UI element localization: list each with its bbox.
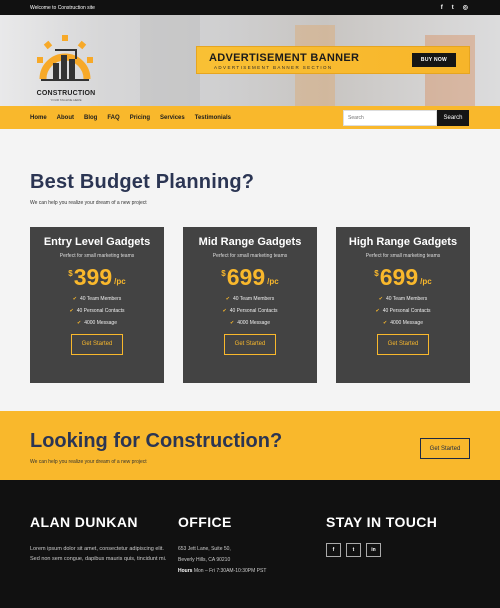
footer: ALAN DUNKAN Lorem ipsum dolor sit amet, …: [0, 480, 500, 608]
twitter-icon[interactable]: t: [452, 5, 454, 11]
welcome-text: Welcome to Construction site: [30, 4, 95, 11]
footer-about-text: Lorem ipsum dolor sit amet, consectetur …: [30, 546, 167, 562]
construction-cta-band: Looking for Construction? We can help yo…: [0, 411, 500, 480]
address-line: Beverly Hills, CA 90210: [178, 557, 231, 563]
pricing-card-mid: Mid Range Gadgets Perfect for small mark…: [183, 227, 317, 383]
feature-item: ✔ 4000 Message: [382, 320, 423, 326]
feature-item: ✔ 40 Team Members: [378, 296, 428, 302]
site-logo[interactable]: CONSTRUCTION YOUR TAGLINE HERE: [30, 35, 102, 102]
header-hero: CONSTRUCTION YOUR TAGLINE HERE ADVERTISE…: [0, 15, 500, 106]
gear-logo-icon: [37, 35, 93, 81]
logo-tagline: YOUR TAGLINE HERE: [50, 98, 82, 102]
nav-item-pricing[interactable]: Pricing: [130, 115, 150, 121]
ad-subtitle: ADVERTISEMENT BANNER SECTION: [214, 65, 333, 70]
nav-item-about[interactable]: About: [57, 115, 74, 121]
price-period: /pc: [420, 277, 432, 286]
check-icon: ✔: [69, 308, 74, 314]
plan-price: $ 699 /pc: [183, 265, 317, 290]
feature-item: ✔ 40 Personal Contacts: [222, 308, 278, 314]
buy-now-button[interactable]: BUY NOW: [412, 53, 456, 67]
feature-item: ✔ 40 Personal Contacts: [69, 308, 125, 314]
pricing-card-entry: Entry Level Gadgets Perfect for small ma…: [30, 227, 164, 383]
top-bar: Welcome to Construction site f t ◎: [0, 0, 500, 15]
feature-item: ✔ 40 Team Members: [72, 296, 122, 302]
check-icon: ✔: [229, 320, 235, 326]
check-icon: ✔: [375, 308, 380, 314]
feature-item: ✔ 40 Personal Contacts: [375, 308, 431, 314]
nav-menu: Home About Blog FAQ Pricing Services Tes…: [30, 115, 231, 121]
nav-item-home[interactable]: Home: [30, 115, 47, 121]
footer-stay-title: STAY IN TOUCH: [326, 514, 438, 530]
ad-title: ADVERTISEMENT BANNER: [209, 52, 360, 64]
check-icon: ✔: [382, 320, 388, 326]
price-currency: $: [221, 269, 226, 278]
plan-description: Perfect for small marketing teams: [365, 253, 441, 259]
nav-item-faq[interactable]: FAQ: [107, 115, 119, 121]
plan-price: $ 699 /pc: [336, 265, 470, 290]
price-currency: $: [68, 269, 73, 278]
plan-price: $ 399 /pc: [30, 265, 164, 290]
footer-office-title: OFFICE: [178, 514, 232, 530]
feature-item: ✔ 4000 Message: [76, 320, 117, 326]
top-social-links: f t ◎: [441, 5, 468, 11]
hours-label: Hours: [178, 568, 193, 574]
band-title: Looking for Construction?: [30, 430, 283, 452]
logo-text: CONSTRUCTION: [36, 90, 96, 97]
footer-social-links: f t in: [326, 543, 381, 557]
feature-list: ✔ 40 Team Members ✔ 40 Personal Contacts ✔…: [183, 296, 317, 326]
check-icon: ✔: [76, 320, 82, 326]
check-icon: ✔: [378, 296, 383, 302]
nav-item-blog[interactable]: Blog: [84, 115, 97, 121]
linkedin-icon[interactable]: in: [366, 543, 381, 557]
band-subtitle: We can help you realize your dream of a …: [30, 459, 147, 465]
search-form: Search: [343, 110, 469, 126]
check-icon: ✔: [72, 296, 77, 302]
get-started-button[interactable]: Get Started: [224, 333, 276, 355]
search-button[interactable]: Search: [437, 110, 469, 126]
footer-office-info: 653 Jett Lane, Suite 50, Beverly Hills, …: [178, 544, 266, 577]
facebook-icon[interactable]: f: [441, 5, 443, 11]
feature-list: ✔ 40 Team Members ✔ 40 Personal Contacts ✔…: [30, 296, 164, 326]
instagram-icon[interactable]: ◎: [463, 5, 468, 11]
footer-about-title: ALAN DUNKAN: [30, 514, 138, 530]
nav-item-services[interactable]: Services: [160, 115, 185, 121]
pricing-title: Best Budget Planning?: [30, 171, 255, 193]
plan-name: High Range Gadgets: [348, 236, 458, 248]
price-amount: 699: [226, 264, 266, 290]
feature-item: ✔ 40 Team Members: [225, 296, 275, 302]
price-period: /pc: [114, 277, 126, 286]
price-amount: 399: [73, 264, 113, 290]
nav-item-testimonials[interactable]: Testimonials: [195, 115, 231, 121]
feature-list: ✔ 40 Team Members ✔ 40 Personal Contacts ✔…: [336, 296, 470, 326]
facebook-icon[interactable]: f: [326, 543, 341, 557]
search-input[interactable]: [343, 110, 437, 126]
plan-description: Perfect for small marketing teams: [59, 253, 135, 259]
address-line: 653 Jett Lane, Suite 50,: [178, 546, 231, 552]
plan-name: Entry Level Gadgets: [43, 236, 151, 248]
plan-name: Mid Range Gadgets: [198, 236, 302, 248]
pricing-subtitle: We can help you realize your dream of a …: [30, 200, 147, 206]
main-nav: Home About Blog FAQ Pricing Services Tes…: [0, 106, 500, 129]
get-started-button[interactable]: Get Started: [71, 333, 123, 355]
price-currency: $: [374, 269, 379, 278]
get-started-button[interactable]: Get Started: [377, 333, 429, 355]
plan-description: Perfect for small marketing teams: [212, 253, 288, 259]
twitter-icon[interactable]: t: [346, 543, 361, 557]
office-hours: Hours Mon – Fri 7:30AM-10:30PM PST: [178, 566, 266, 577]
price-amount: 699: [379, 264, 419, 290]
feature-item: ✔ 4000 Message: [229, 320, 270, 326]
price-period: /pc: [267, 277, 279, 286]
pricing-card-high: High Range Gadgets Perfect for small mar…: [336, 227, 470, 383]
band-get-started-button[interactable]: Get Started: [420, 438, 470, 459]
check-icon: ✔: [225, 296, 230, 302]
check-icon: ✔: [222, 308, 227, 314]
hours-value: Mon – Fri 7:30AM-10:30PM PST: [193, 568, 267, 574]
pricing-section: Best Budget Planning? We can help you re…: [0, 129, 500, 411]
advertisement-banner[interactable]: ADVERTISEMENT BANNER ADVERTISEMENT BANNE…: [196, 46, 470, 74]
